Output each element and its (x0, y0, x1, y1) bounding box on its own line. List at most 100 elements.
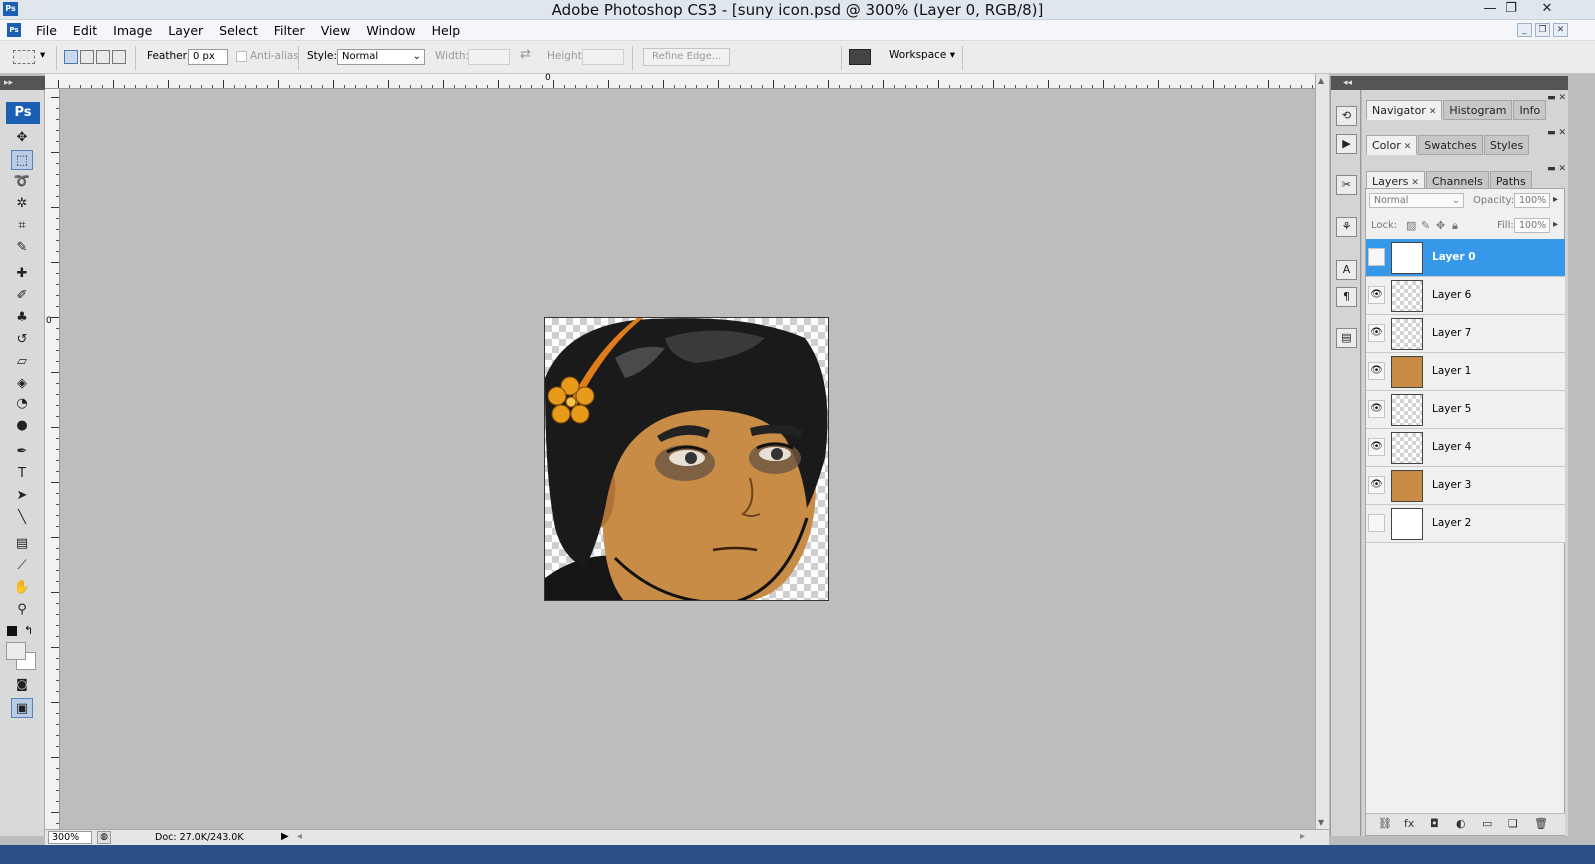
brushes-icon[interactable]: ⚘ (1336, 217, 1357, 237)
paragraph-icon[interactable]: ¶ (1336, 287, 1357, 307)
bridge-icon[interactable] (849, 49, 871, 65)
scroll-up-icon[interactable]: ▲ (1318, 76, 1324, 85)
layer-thumbnail[interactable] (1391, 356, 1423, 388)
layer-name[interactable]: Layer 5 (1432, 403, 1471, 415)
screen-mode-icon[interactable]: ▣ (11, 698, 33, 718)
history-icon[interactable]: ⟲ (1336, 106, 1357, 126)
paint-bucket-icon[interactable]: ◈ (11, 374, 33, 394)
visibility-eye-icon[interactable]: 👁︎ (1368, 400, 1385, 418)
scroll-left-icon[interactable]: ◂ (297, 831, 302, 842)
layer-thumbnail[interactable] (1391, 470, 1423, 502)
dock-grip[interactable]: ◂◂ (1331, 76, 1362, 90)
menu-file[interactable]: File (28, 23, 65, 38)
visibility-eye-icon[interactable] (1368, 514, 1385, 532)
style-select[interactable]: Normal ⌄ (337, 49, 425, 65)
layer-thumbnail[interactable] (1391, 242, 1423, 274)
character-icon[interactable]: A (1336, 260, 1357, 280)
menu-layer[interactable]: Layer (160, 23, 211, 38)
intersect-selection-icon[interactable] (112, 50, 126, 64)
brush-icon[interactable]: ✐ (11, 286, 33, 306)
new-layer-icon[interactable]: ❏ (1508, 817, 1518, 830)
menu-select[interactable]: Select (211, 23, 266, 38)
feather-input[interactable]: 0 px (188, 49, 228, 65)
foreground-color-swatch[interactable] (6, 642, 26, 660)
marquee-preset-icon[interactable] (13, 50, 35, 64)
layer-thumbnail[interactable] (1391, 508, 1423, 540)
status-arrow-icon[interactable]: ▶ (281, 831, 289, 842)
lock-all-icon[interactable]: 🔒︎ (1452, 219, 1458, 233)
height-input[interactable] (582, 49, 624, 65)
canvas-vertical-scrollbar[interactable]: ▲ ▼ (1315, 74, 1329, 829)
workspace-button[interactable]: Workspace ▾ (889, 49, 955, 61)
layer-name[interactable]: Layer 3 (1432, 479, 1471, 491)
notes-icon[interactable]: ▤ (11, 534, 33, 554)
layer-mask-icon[interactable]: ◘ (1430, 817, 1439, 830)
tab-close-icon[interactable]: ✕ (1429, 107, 1437, 117)
layer-row[interactable]: 👁︎ Layer 4 (1366, 429, 1565, 467)
healing-brush-icon[interactable]: ✚ (11, 264, 33, 284)
lock-transparency-icon[interactable]: ▨ (1406, 219, 1416, 232)
tab-color[interactable]: Color ✕ (1366, 135, 1418, 155)
layer-row[interactable]: Layer 2 (1366, 505, 1565, 543)
tab-styles[interactable]: Styles (1483, 135, 1530, 155)
new-group-icon[interactable]: ▭ (1482, 817, 1492, 830)
tool-presets-icon[interactable]: ✂ (1336, 175, 1357, 195)
zoom-level-field[interactable]: 300% (48, 831, 92, 844)
doc-restore-icon[interactable]: ❐ (1535, 23, 1550, 37)
tab-close-icon[interactable]: ✕ (1404, 142, 1412, 152)
layer-row[interactable]: 👁︎ Layer 6 (1366, 277, 1565, 315)
slice-icon[interactable]: ✎ (11, 238, 33, 258)
layer-comps-icon[interactable]: ▤ (1336, 328, 1357, 348)
path-selection-icon[interactable]: ➤ (11, 486, 33, 506)
document-icon[interactable]: Ps (7, 23, 21, 37)
layer-row[interactable]: 👁︎ Layer 1 (1366, 353, 1565, 391)
lasso-icon[interactable]: ➰ (11, 172, 33, 192)
crop-icon[interactable]: ⌗ (11, 216, 33, 236)
zoom-icon[interactable]: ⚲ (11, 600, 33, 620)
line-icon[interactable]: ╲ (11, 508, 33, 528)
layer-name[interactable]: Layer 7 (1432, 327, 1471, 339)
layer-style-icon[interactable]: fx (1404, 817, 1414, 830)
fill-input[interactable]: 100% (1514, 218, 1550, 233)
eyedropper-icon[interactable]: ⟋ (11, 556, 33, 576)
tab-close-icon[interactable]: ✕ (1411, 178, 1419, 188)
tab-info[interactable]: Info (1513, 100, 1547, 120)
layer-name[interactable]: Layer 6 (1432, 289, 1471, 301)
tab-navigator[interactable]: Navigator ✕ (1366, 100, 1443, 120)
menu-view[interactable]: View (313, 23, 359, 38)
close-button[interactable]: ✕ (1528, 0, 1566, 18)
actions-icon[interactable]: ▶ (1336, 134, 1357, 154)
document-canvas[interactable] (544, 317, 829, 601)
scroll-right-icon[interactable]: ▸ (1300, 831, 1305, 842)
tab-histogram[interactable]: Histogram (1443, 100, 1513, 120)
blend-mode-select[interactable]: Normal ⌄ (1369, 193, 1464, 208)
adjustment-layer-icon[interactable]: ◐ (1456, 817, 1466, 830)
refine-edge-button[interactable]: Refine Edge... (643, 48, 731, 66)
scroll-down-icon[interactable]: ▼ (1318, 818, 1324, 827)
status-menu-icon[interactable]: ◍ (97, 831, 111, 844)
panel-close-icon[interactable]: ▬ ✕ (1547, 128, 1566, 138)
hand-icon[interactable]: ✋ (11, 578, 33, 598)
menu-help[interactable]: Help (424, 23, 469, 38)
visibility-eye-icon[interactable]: 👁︎ (1368, 286, 1385, 304)
history-brush-icon[interactable]: ↺ (11, 330, 33, 350)
swap-colors-icon[interactable]: ↰ (24, 624, 33, 637)
opacity-input[interactable]: 100% (1514, 193, 1550, 208)
new-selection-icon[interactable] (64, 50, 78, 64)
move-icon[interactable]: ✥ (11, 128, 33, 148)
default-colors-icon[interactable] (7, 626, 17, 636)
swap-icon[interactable]: ⇄ (520, 47, 531, 62)
doc-minimize-icon[interactable]: _ (1517, 23, 1532, 37)
menu-image[interactable]: Image (105, 23, 160, 38)
subtract-selection-icon[interactable] (96, 50, 110, 64)
layer-name[interactable]: Layer 1 (1432, 365, 1471, 377)
antialias-checkbox[interactable] (236, 51, 247, 62)
layer-thumbnail[interactable] (1391, 432, 1423, 464)
layer-thumbnail[interactable] (1391, 394, 1423, 426)
type-icon[interactable]: T (11, 464, 33, 484)
tab-swatches[interactable]: Swatches (1418, 135, 1483, 155)
layer-name[interactable]: Layer 0 (1432, 251, 1476, 263)
add-selection-icon[interactable] (80, 50, 94, 64)
doc-close-icon[interactable]: ✕ (1553, 23, 1568, 37)
layer-thumbnail[interactable] (1391, 318, 1423, 350)
